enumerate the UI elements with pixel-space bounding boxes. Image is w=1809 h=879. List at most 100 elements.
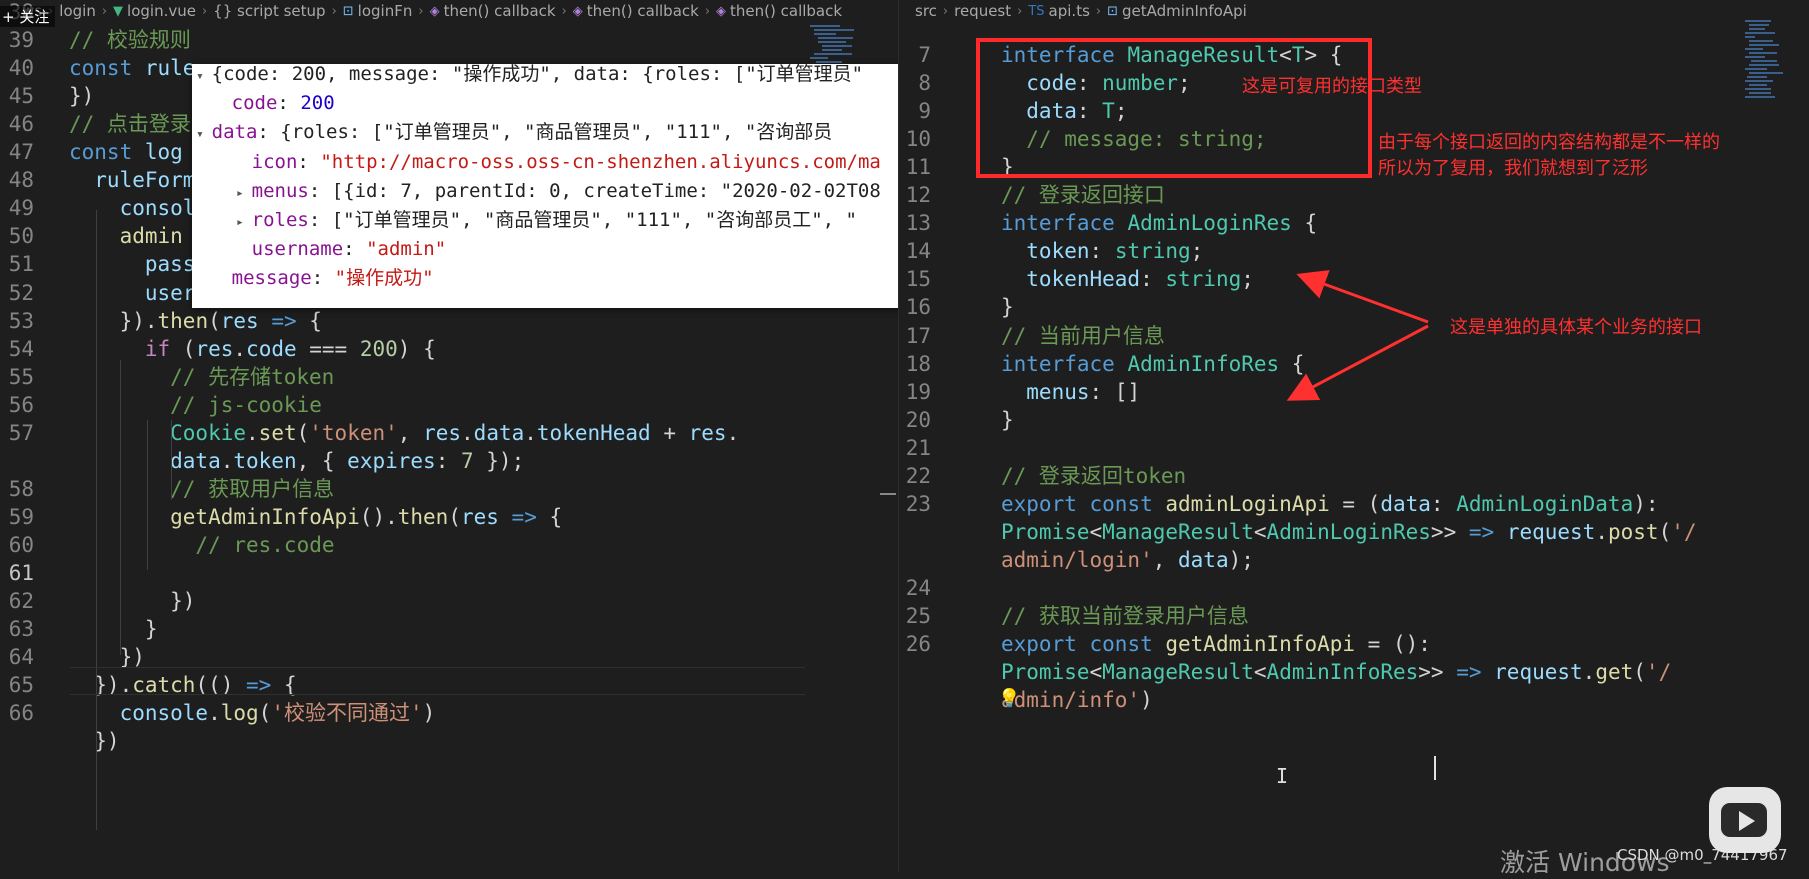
text-cursor: [1434, 756, 1436, 780]
expanded-triangle-icon[interactable]: ▾: [196, 69, 212, 84]
code-token: consol: [69, 196, 196, 221]
code-token: adminLoginApi: [1165, 491, 1330, 516]
code-token: admin/login': [1001, 547, 1153, 572]
breadcrumb-item[interactable]: TS api.ts: [1028, 2, 1090, 20]
code-text[interactable]: }): [69, 725, 120, 757]
code-token: );: [1228, 547, 1254, 572]
hover-popup-token: message: [231, 267, 312, 290]
breadcrumb-label: api.ts: [1048, 2, 1090, 20]
debug-hover-popup[interactable]: ▾ {code: 200, message: "操作成功", data: {ro…: [192, 64, 898, 308]
breadcrumb-item[interactable]: ⊡ getAdminInfoApi: [1107, 2, 1247, 20]
code-token: // 先存储token: [69, 364, 335, 389]
code-token: .: [1582, 660, 1596, 685]
hover-popup-token: :: [277, 92, 301, 115]
code-token: (: [296, 420, 310, 445]
code-text[interactable]: admin/info'): [1001, 684, 1153, 716]
hover-popup-token: "操作成功": [334, 267, 434, 290]
minimap-line: [1749, 44, 1779, 46]
code-token: }).: [69, 308, 158, 333]
code-token: }): [69, 729, 120, 754]
code-token: >>: [1430, 519, 1469, 544]
code-token: data: [1380, 491, 1431, 516]
left-scrollbar-marker[interactable]: [880, 493, 896, 495]
code-token: const: [69, 140, 145, 165]
collapsed-triangle-icon[interactable]: ▸: [236, 186, 252, 201]
minimap-line: [814, 53, 852, 55]
code-token: const: [1089, 491, 1166, 516]
minimap-line: [810, 57, 828, 59]
follow-label[interactable]: + 关注: [0, 6, 56, 27]
code-token: AdminLoginRes: [1127, 211, 1292, 236]
code-token: // js-cookie: [69, 392, 322, 417]
lightbulb-icon[interactable]: 💡: [998, 688, 1020, 709]
code-token: set: [258, 420, 297, 445]
hover-popup-token: data: [211, 121, 258, 144]
code-token: // res.code: [69, 532, 335, 557]
code-token: // 登录返回token: [1001, 463, 1187, 488]
minimap-line: [1749, 84, 1767, 86]
code-token: const: [69, 56, 145, 81]
hover-popup-line[interactable]: icon: "http://macro-oss.oss-cn-shenzhen.…: [236, 148, 881, 177]
hover-popup-line[interactable]: ▾ data: {roles: ["订单管理员", "商品管理员", "111"…: [196, 118, 832, 147]
bilibili-tv-icon[interactable]: [1709, 787, 1781, 853]
code-token: 200: [359, 336, 398, 361]
breadcrumb-item[interactable]: request: [954, 2, 1011, 20]
code-token: data: [1178, 547, 1229, 572]
code-token: // 点击登录: [69, 112, 191, 137]
code-token: }: [1001, 295, 1014, 320]
indent-guide: [171, 420, 172, 500]
code-token: request: [1494, 660, 1583, 685]
code-token: = (: [1329, 491, 1381, 516]
code-token: , {: [296, 448, 348, 473]
right-minimap[interactable]: [1745, 20, 1795, 100]
hover-popup-line[interactable]: username: "admin": [236, 235, 446, 264]
code-token: ,: [397, 420, 424, 445]
code-token: if: [69, 336, 171, 361]
minimap-line: [1745, 88, 1771, 90]
code-token: ManageResult: [1102, 519, 1254, 544]
minimap-line: [1751, 60, 1777, 62]
code-line[interactable]: admin/info'): [899, 684, 1809, 716]
code-token: string: [1114, 239, 1191, 264]
hover-popup-token: : ["订单管理员", "商品管理员", "111", "咨询部员工", ": [308, 209, 857, 231]
function-icon: ⊡: [1107, 3, 1119, 19]
hover-popup-token: {code: 200, message: "操作成功", data: {role…: [211, 64, 864, 85]
breadcrumb-item[interactable]: src: [915, 2, 937, 20]
expanded-triangle-icon[interactable]: ▾: [196, 127, 212, 142]
left-editor[interactable]: ws›login›▼login.vue›{} script setup›⊡log…: [0, 0, 898, 872]
hover-popup-line[interactable]: code: 200: [216, 89, 335, 118]
code-token: .: [246, 420, 259, 445]
code-token: export: [1001, 632, 1090, 657]
indent-guide: [147, 420, 148, 570]
code-token: (: [208, 308, 221, 333]
code-token: log: [220, 701, 259, 726]
code-token: AdminLoginRes: [1266, 519, 1431, 544]
hover-popup-token: : [{id: 7, parentId: 0, createTime: "202…: [308, 179, 881, 202]
hover-popup-line[interactable]: message: "操作成功": [216, 264, 434, 293]
hover-popup-line[interactable]: ▾ {code: 200, message: "操作成功", data: {ro…: [196, 64, 863, 89]
breadcrumb-separator-icon: ›: [1017, 3, 1023, 19]
code-token: then: [157, 308, 209, 333]
hover-popup-line[interactable]: ▸ roles: ["订单管理员", "商品管理员", "111", "咨询部员…: [236, 206, 857, 235]
minimap-line: [1749, 92, 1771, 94]
code-token: {: [1291, 211, 1318, 236]
code-token: // 登录返回接口: [1001, 183, 1165, 208]
code-token: .: [220, 448, 234, 473]
code-token: 'token': [309, 420, 398, 445]
code-token: .: [233, 336, 247, 361]
code-token: res: [423, 420, 462, 445]
code-token: expires: [347, 448, 436, 473]
hover-popup-token: : {roles: ["订单管理员", "商品管理员", "111", "咨询部…: [257, 121, 833, 144]
code-token: }): [69, 645, 145, 670]
code-token: {: [296, 308, 322, 333]
hover-popup-line[interactable]: ▸ menus: [{id: 7, parentId: 0, createTim…: [236, 177, 881, 206]
code-line[interactable]: }): [0, 725, 898, 757]
code-token: tokenHead: [536, 420, 651, 445]
hover-popup-token: :: [311, 267, 335, 290]
code-token: code: [246, 336, 297, 361]
code-token: .: [524, 420, 537, 445]
code-token: tokenHead: [1001, 267, 1141, 292]
collapsed-triangle-icon[interactable]: ▸: [236, 215, 252, 230]
code-token: (: [448, 504, 461, 529]
